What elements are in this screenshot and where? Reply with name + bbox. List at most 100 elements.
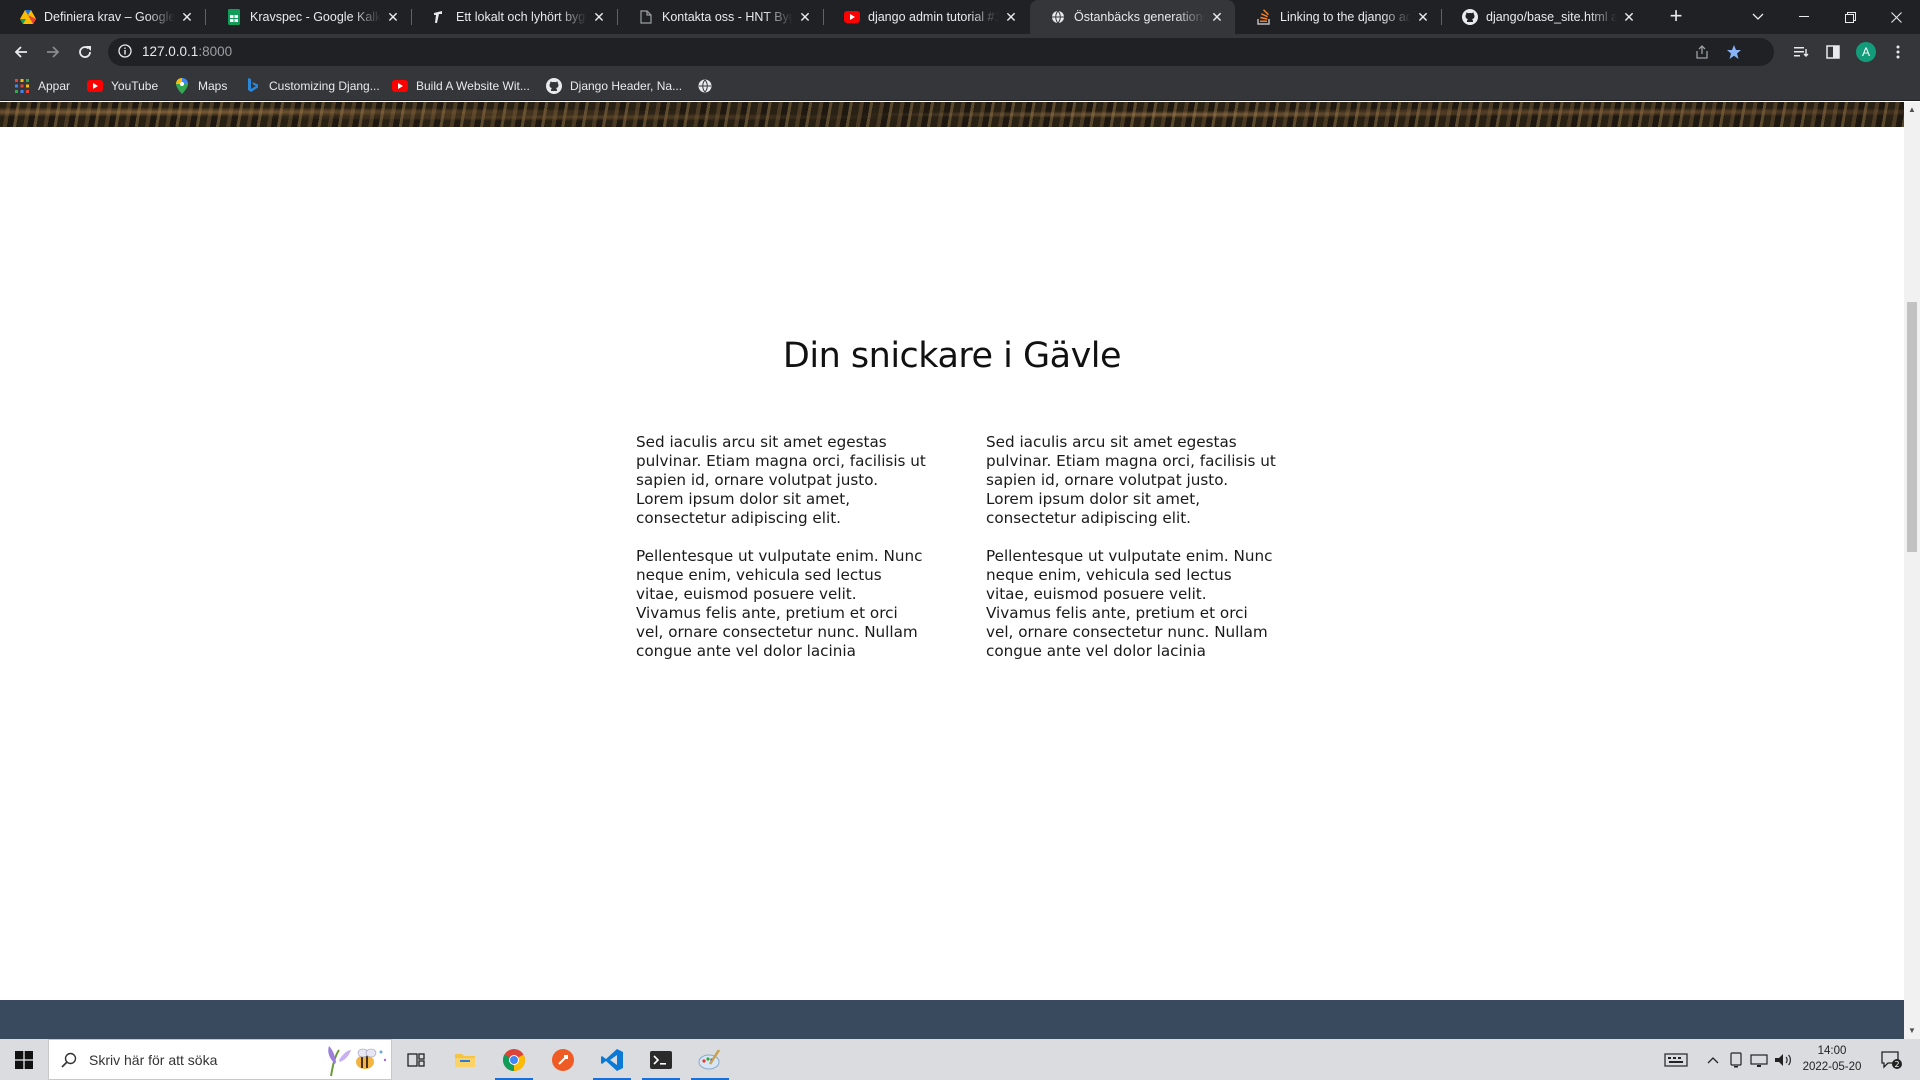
taskbar-chrome[interactable] <box>490 1039 538 1080</box>
side-panel-icon[interactable] <box>1821 40 1845 64</box>
bookmark-label: Customizing Djang... <box>269 79 380 93</box>
task-view-button[interactable] <box>392 1039 440 1080</box>
taskbar-vscode[interactable] <box>588 1039 636 1080</box>
scroll-down-icon[interactable]: ▼ <box>1904 1023 1920 1039</box>
browser-tab-strip: Definiera krav – Google Drive ✕ Kravspec… <box>0 0 1920 34</box>
close-icon[interactable]: ✕ <box>591 9 607 25</box>
system-clock[interactable]: 14:00 2022-05-20 <box>1796 1043 1868 1075</box>
apps-grid-icon <box>14 78 30 94</box>
file-explorer-icon <box>455 1053 475 1067</box>
windows-taskbar: Skriv här för att söka 14:00 2022-05-20 … <box>0 1039 1920 1080</box>
search-placeholder: Skriv här för att söka <box>89 1052 218 1068</box>
notification-icon: 2 <box>1881 1050 1902 1069</box>
reading-list-icon[interactable] <box>1789 40 1813 64</box>
reload-icon <box>79 46 91 58</box>
paragraph: Pellentesque ut vulputate enim. Nunc neq… <box>986 547 1273 660</box>
tab-kontakta-oss[interactable]: Kontakta oss - HNT Bygg ✕ <box>618 0 823 34</box>
share-icon[interactable] <box>1690 40 1714 64</box>
taskbar-postman[interactable] <box>539 1039 587 1080</box>
chrome-icon <box>503 1048 525 1071</box>
close-icon[interactable]: ✕ <box>179 9 195 25</box>
hammer-icon <box>432 9 448 25</box>
minimize-icon <box>1799 16 1809 17</box>
tab-google-sheets[interactable]: Kravspec - Google Kalkylark ✕ <box>206 0 411 34</box>
bookmark-star-icon[interactable] <box>1722 40 1746 64</box>
youtube-icon <box>392 78 408 94</box>
notification-center-button[interactable]: 2 <box>1874 1039 1908 1080</box>
close-icon[interactable]: ✕ <box>797 9 813 25</box>
scrollbar-thumb[interactable] <box>1907 302 1917 552</box>
back-button[interactable] <box>9 40 33 64</box>
tab-title: Linking to the django admin <box>1280 10 1411 24</box>
reload-button[interactable] <box>73 40 97 64</box>
github-icon <box>546 78 562 94</box>
text-column-right: Sed iaculis arcu sit amet egestas pulvin… <box>986 433 1276 680</box>
arrow-left-icon <box>14 46 27 58</box>
scroll-up-icon[interactable]: ▲ <box>1904 102 1920 118</box>
tab-byggforetag[interactable]: Ett lokalt och lyhört byggföretag ✕ <box>412 0 617 34</box>
taskbar-paint[interactable] <box>686 1039 734 1080</box>
bookmark-customizing-django[interactable]: Customizing Djang... <box>245 76 380 96</box>
bookmark-globe[interactable] <box>697 76 721 96</box>
page-scrollbar[interactable]: ▲ ▼ <box>1904 102 1920 1039</box>
tab-title: Kravspec - Google Kalkylark <box>250 10 381 24</box>
tab-title: Definiera krav – Google Drive <box>44 10 175 24</box>
restore-button[interactable] <box>1827 0 1873 34</box>
search-icon <box>61 1052 77 1068</box>
bookmark-appar[interactable]: Appar <box>14 76 70 96</box>
minimize-button[interactable] <box>1781 0 1827 34</box>
url-text: 127.0.0.1:8000 <box>142 44 232 59</box>
close-icon[interactable]: ✕ <box>1415 9 1431 25</box>
chevron-up-icon[interactable] <box>1703 1039 1723 1080</box>
page-viewport: Din snickare i Gävle Sed iaculis arcu si… <box>0 102 1920 1039</box>
taskbar-search[interactable]: Skriv här för att söka <box>48 1039 392 1080</box>
bookmark-build-a-website[interactable]: Build A Website Wit... <box>392 76 530 96</box>
close-window-button[interactable] <box>1873 0 1919 34</box>
tab-linking-django-admin[interactable]: Linking to the django admin ✕ <box>1236 0 1441 34</box>
globe-icon <box>1050 9 1066 25</box>
youtube-icon <box>87 78 103 94</box>
close-icon[interactable]: ✕ <box>1621 9 1637 25</box>
tab-google-drive[interactable]: Definiera krav – Google Drive ✕ <box>0 0 205 34</box>
paint-icon <box>698 1048 721 1069</box>
bookmark-label: Appar <box>38 79 71 93</box>
keyboard-layout-icon[interactable] <box>1662 1039 1690 1080</box>
tab-search-button[interactable] <box>1735 0 1781 34</box>
profile-avatar[interactable]: A <box>1856 42 1876 62</box>
menu-kebab-icon[interactable] <box>1886 40 1910 64</box>
text-column-left: Sed iaculis arcu sit amet egestas pulvin… <box>636 433 926 680</box>
youtube-icon <box>844 9 860 25</box>
close-icon <box>1890 11 1902 23</box>
address-bar[interactable]: 127.0.0.1:8000 <box>108 38 1774 66</box>
close-icon[interactable]: ✕ <box>385 9 401 25</box>
bookmark-maps[interactable]: Maps <box>174 76 227 96</box>
windows-logo-icon <box>15 1050 33 1069</box>
arrow-right-icon <box>47 46 60 58</box>
meet-now-icon[interactable] <box>1726 1039 1746 1080</box>
tab-ostanbacks[interactable]: Östanbäcks generationsby ✕ <box>1030 0 1235 34</box>
globe-icon <box>697 78 713 94</box>
bookmarks-bar: Appar YouTube Maps Customizing Djang... … <box>0 70 1920 101</box>
chevron-down-icon <box>1752 13 1764 20</box>
taskbar-terminal[interactable] <box>637 1039 685 1080</box>
new-tab-button[interactable]: + <box>1664 5 1688 29</box>
info-icon[interactable] <box>118 44 134 60</box>
close-icon[interactable]: ✕ <box>1209 9 1225 25</box>
stackoverflow-icon <box>1256 9 1272 25</box>
forward-button[interactable] <box>41 40 65 64</box>
taskbar-file-explorer[interactable] <box>441 1039 489 1080</box>
tab-title: django admin tutorial #1 | <box>868 10 999 24</box>
hero-image <box>0 102 1904 127</box>
restore-icon <box>1844 11 1856 23</box>
paragraph: Sed iaculis arcu sit amet egestas pulvin… <box>986 433 1276 527</box>
bookmark-label: Maps <box>198 79 228 93</box>
tab-github-base-site[interactable]: django/base_site.html at main ✕ <box>1442 0 1647 34</box>
terminal-icon <box>650 1050 672 1069</box>
close-icon[interactable]: ✕ <box>1003 9 1019 25</box>
start-button[interactable] <box>0 1039 48 1080</box>
bookmark-youtube[interactable]: YouTube <box>87 76 158 96</box>
tab-django-admin-tutorial[interactable]: django admin tutorial #1 | ✕ <box>824 0 1029 34</box>
bookmark-django-header[interactable]: Django Header, Na... <box>546 76 682 96</box>
network-icon[interactable] <box>1748 1039 1770 1080</box>
volume-icon[interactable] <box>1772 1039 1794 1080</box>
